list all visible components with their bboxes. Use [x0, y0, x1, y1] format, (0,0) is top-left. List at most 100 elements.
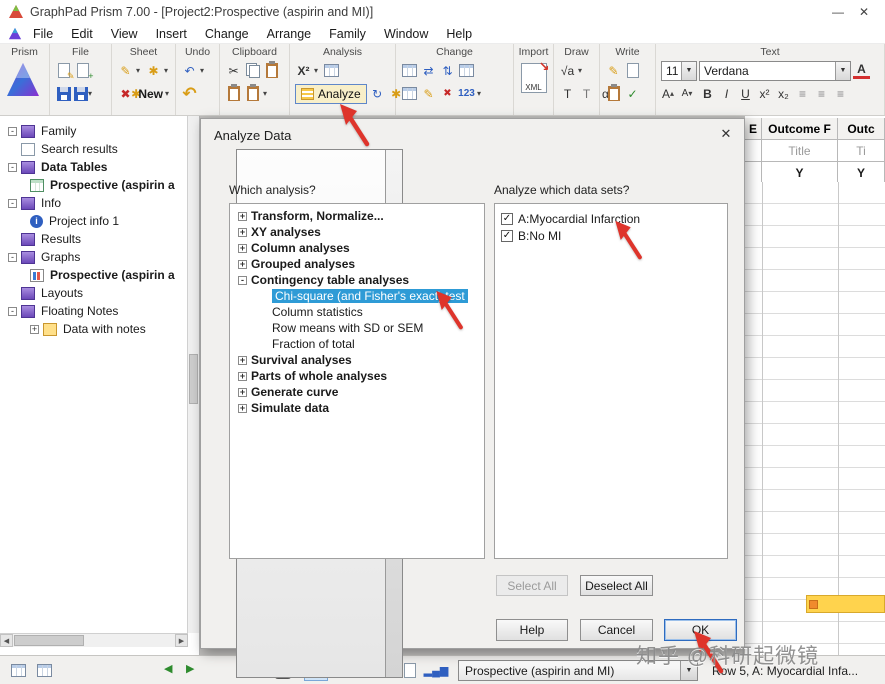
column-header-e[interactable]: E: [745, 118, 762, 140]
collapse-icon[interactable]: -: [8, 126, 17, 136]
collapse-icon[interactable]: -: [8, 198, 17, 208]
deselect-all-button[interactable]: Deselect All: [580, 575, 653, 596]
paste-link-icon[interactable]: [244, 84, 261, 103]
expand-icon[interactable]: +: [238, 403, 247, 413]
font-family-select[interactable]: Verdana ▼: [699, 60, 851, 81]
column-header-outcome-f[interactable]: Outcome F: [762, 118, 838, 140]
scroll-left-button[interactable]: ◀: [0, 634, 13, 647]
sidebar-item-data-tables[interactable]: - Data Tables: [0, 158, 187, 176]
font-family-dropdown-icon[interactable]: ▼: [835, 61, 850, 80]
menu-arrange[interactable]: Arrange: [258, 26, 320, 42]
analysis-item-transform[interactable]: + Transform, Normalize...: [238, 208, 484, 224]
sidebar-item-project-info[interactable]: i Project info 1: [0, 212, 187, 230]
table-grid[interactable]: [745, 182, 885, 655]
repeat-analysis-icon[interactable]: ↻: [369, 85, 386, 103]
analysis-item-survival[interactable]: + Survival analyses: [238, 352, 484, 368]
prev-sheet-icon[interactable]: ◀: [164, 662, 172, 675]
paste-special-icon[interactable]: [225, 84, 242, 103]
collapse-icon[interactable]: -: [8, 162, 17, 172]
checkbox-checked-icon[interactable]: ✓: [501, 212, 513, 225]
expand-icon[interactable]: +: [238, 259, 247, 269]
insert-row-icon[interactable]: [401, 85, 418, 103]
superscript-icon[interactable]: x²: [756, 85, 773, 103]
bold-icon[interactable]: B: [699, 85, 716, 103]
edit-values-icon[interactable]: ✎: [420, 85, 437, 103]
italic-icon[interactable]: I: [718, 85, 735, 103]
minimize-button[interactable]: —: [825, 2, 851, 22]
menu-edit[interactable]: Edit: [62, 26, 102, 42]
checkbox-checked-icon[interactable]: ✓: [501, 229, 513, 242]
paste-icon[interactable]: [263, 61, 280, 80]
cancel-button[interactable]: Cancel: [580, 619, 653, 641]
save-all-icon[interactable]: ▾: [74, 85, 95, 103]
copy-icon[interactable]: [244, 62, 261, 80]
sidebar-item-prospective-graph[interactable]: Prospective (aspirin a: [0, 266, 187, 284]
write-note-icon[interactable]: ✎: [605, 62, 622, 80]
sidebar-item-search-results[interactable]: Search results: [0, 140, 187, 158]
open-file-icon[interactable]: +: [74, 62, 94, 81]
expand-icon[interactable]: +: [30, 324, 39, 334]
analysis-checklist-icon[interactable]: [323, 62, 340, 80]
cut-icon[interactable]: ✂: [225, 62, 242, 80]
scrollbar-thumb[interactable]: [189, 354, 198, 404]
align-center-icon[interactable]: ≡: [813, 85, 830, 103]
column-header-outcome-next[interactable]: Outc: [838, 118, 885, 140]
menu-window[interactable]: Window: [375, 26, 437, 42]
menu-family[interactable]: Family: [320, 26, 375, 42]
menu-file[interactable]: File: [24, 26, 62, 42]
subscript-icon[interactable]: x₂: [775, 85, 792, 103]
analysis-item-generate-curve[interactable]: + Generate curve: [238, 384, 484, 400]
decimal-format-icon[interactable]: 123: [458, 85, 475, 103]
decrease-font-icon[interactable]: A ▾: [680, 85, 697, 103]
column-title-cell[interactable]: Title: [762, 140, 838, 162]
close-button[interactable]: ✕: [851, 2, 877, 22]
sidebar-item-prospective-data[interactable]: Prospective (aspirin a: [0, 176, 187, 194]
sidebar-item-results[interactable]: Results: [0, 230, 187, 248]
analysis-item-simulate-data[interactable]: + Simulate data: [238, 400, 484, 416]
y-header-cell-next[interactable]: Y: [838, 162, 885, 184]
table-view-toggle-2[interactable]: [32, 659, 56, 681]
expand-icon[interactable]: +: [238, 387, 247, 397]
sidebar-item-data-with-notes[interactable]: + Data with notes: [0, 320, 187, 338]
undo-small-icon[interactable]: ↶: [181, 62, 198, 80]
column-title-cell-next[interactable]: Ti: [838, 140, 885, 162]
sort-icon[interactable]: ⇅: [439, 62, 456, 80]
collapse-icon[interactable]: -: [8, 252, 17, 262]
sidebar-item-graphs[interactable]: - Graphs: [0, 248, 187, 266]
highlighted-cell[interactable]: [806, 595, 885, 613]
prism-logo-icon[interactable]: [5, 60, 41, 100]
sidebar-item-floating-notes[interactable]: - Floating Notes: [0, 302, 187, 320]
new-sheet-label[interactable]: New: [138, 87, 163, 101]
select-all-button[interactable]: Select All: [496, 575, 568, 596]
sidebar-horizontal-scrollbar[interactable]: ◀ ▶: [0, 633, 188, 647]
sidebar-vertical-scrollbar[interactable]: [187, 116, 199, 633]
increase-font-icon[interactable]: A ▴: [661, 85, 678, 103]
underline-icon[interactable]: U: [737, 85, 754, 103]
clipboard-note-icon[interactable]: [605, 84, 622, 103]
analyze-button[interactable]: Analyze: [295, 83, 367, 104]
scrollbar-thumb[interactable]: [14, 635, 84, 646]
transpose-icon[interactable]: ⇄: [420, 62, 437, 80]
sidebar-item-info[interactable]: - Info: [0, 194, 187, 212]
undo-icon[interactable]: ↶: [181, 84, 198, 103]
text-tool-icon[interactable]: T: [559, 85, 576, 103]
scroll-right-button[interactable]: ▶: [175, 634, 188, 647]
dialog-close-icon[interactable]: ✕: [716, 124, 736, 144]
expand-icon[interactable]: +: [238, 371, 247, 381]
new-file-icon[interactable]: ✎: [55, 62, 75, 81]
equation-icon[interactable]: √a: [559, 62, 576, 80]
import-data-icon[interactable]: XML ↘: [520, 59, 550, 93]
menu-insert[interactable]: Insert: [147, 26, 196, 42]
font-size-select[interactable]: 11 ▼: [661, 60, 697, 81]
analysis-item-column[interactable]: + Column analyses: [238, 240, 484, 256]
save-icon[interactable]: [55, 85, 72, 103]
font-size-dropdown-icon[interactable]: ▼: [681, 61, 696, 80]
rename-sheet-icon[interactable]: ✎: [117, 62, 134, 80]
menu-help[interactable]: Help: [437, 26, 481, 42]
graphs-sheet-button[interactable]: ▂▄▆: [424, 659, 449, 681]
help-button[interactable]: Help: [496, 619, 568, 641]
y-header-cell[interactable]: Y: [762, 162, 838, 184]
format-table-icon[interactable]: [401, 62, 418, 80]
analysis-item-grouped[interactable]: + Grouped analyses: [238, 256, 484, 272]
collapse-icon[interactable]: -: [238, 275, 247, 285]
